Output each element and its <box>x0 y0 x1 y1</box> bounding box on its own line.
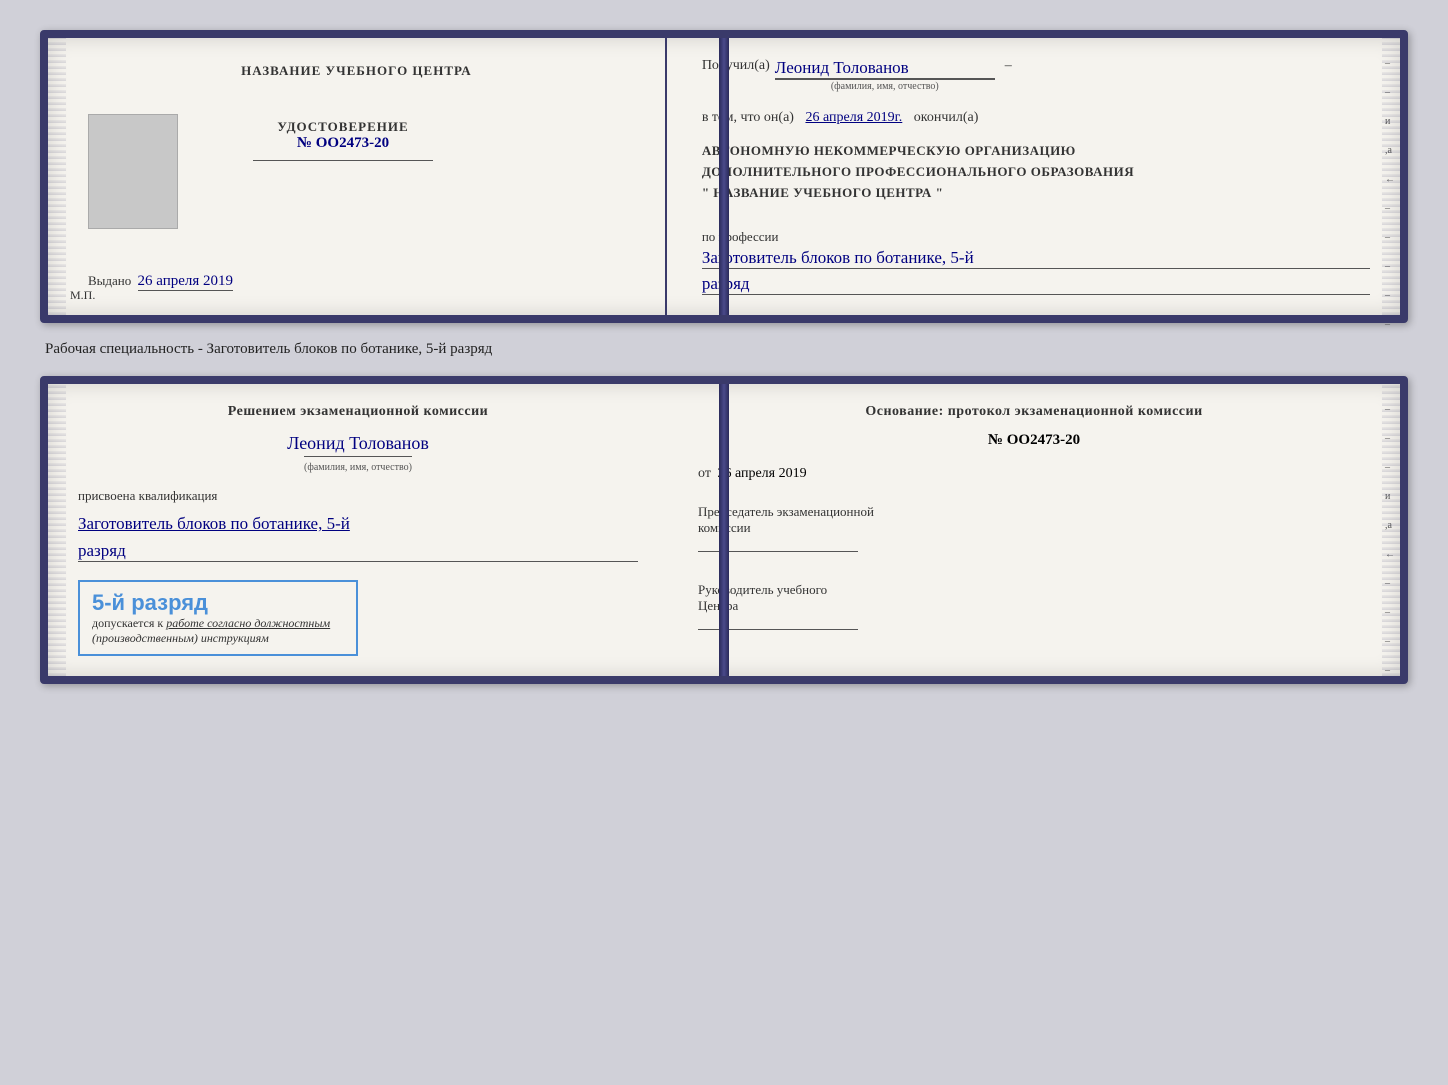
ot-date-value: 26 апреля 2019 <box>717 466 806 481</box>
vtom-date: 26 апреля 2019г. <box>805 110 902 125</box>
ot-date-section: от 26 апреля 2019 <box>698 466 1370 482</box>
b-edge-mark-1: – <box>1385 404 1395 415</box>
edge-mark-2: – <box>1385 87 1395 98</box>
udost-block: УДОСТОВЕРЕНИЕ № OO2473-20 <box>253 119 433 169</box>
top-card-right-page: Получил(a) Леонид Толованов (фамилия, им… <box>667 38 1400 315</box>
edge-mark-5: – <box>1385 232 1395 243</box>
stamp-sub1: допускается к <box>92 616 163 630</box>
edge-mark-4: – <box>1385 203 1395 214</box>
vtom-text: в том, что он(а) <box>702 110 794 125</box>
org-line3: " НАЗВАНИЕ УЧЕБНОГО ЦЕНТРА " <box>702 183 1370 204</box>
predsedatel-line2: комиссии <box>698 520 1370 536</box>
razryad-bottom: разряд <box>78 541 638 562</box>
edge-mark-7: – <box>1385 290 1395 301</box>
b-edge-mark-6: – <box>1385 607 1395 618</box>
kvalif-section: Заготовитель блоков по ботанике, 5-й раз… <box>78 512 638 562</box>
bottom-left-spine <box>48 384 66 676</box>
bottom-document-card: Решением экзаменационной комиссии Леонид… <box>40 376 1408 684</box>
edge-mark-arrow: ← <box>1385 174 1395 185</box>
bottom-right-edge-marks: – – – и ,а ← – – – – <box>1385 404 1395 676</box>
b-edge-mark-7: – <box>1385 636 1395 647</box>
top-card-left-page: НАЗВАНИЕ УЧЕБНОГО ЦЕНТРА УДОСТОВЕРЕНИЕ №… <box>48 38 667 315</box>
ot-label: от <box>698 466 711 481</box>
page-wrapper: НАЗВАНИЕ УЧЕБНОГО ЦЕНТРА УДОСТОВЕРЕНИЕ №… <box>20 20 1428 694</box>
fio-sublabel-bottom: (фамилия, имя, отчество) <box>304 462 412 473</box>
vydano-line: Выдано 26 апреля 2019 <box>88 273 635 290</box>
stamp-sub2: работе согласно должностным <box>166 616 330 630</box>
center-name-top-left: НАЗВАНИЕ УЧЕБНОГО ЦЕНТРА <box>241 63 472 79</box>
proto-number: № OO2473-20 <box>698 432 1370 449</box>
photo-placeholder <box>88 114 178 229</box>
edge-mark-а: ,а <box>1385 145 1395 156</box>
predsedatel-block: Председатель экзаменационной комиссии <box>698 504 1370 555</box>
profession-value: Заготовитель блоков по ботанике, 5-й <box>702 248 1370 269</box>
stamp-main-text: 5-й разряд <box>92 590 344 616</box>
vydano-label: Выдано <box>88 273 131 288</box>
mp-label: М.П. <box>70 288 95 303</box>
vtom-section: в том, что он(а) 26 апреля 2019г. окончи… <box>702 110 1370 126</box>
org-line2: ДОПОЛНИТЕЛЬНОГО ПРОФЕССИОНАЛЬНОГО ОБРАЗО… <box>702 162 1370 183</box>
predsedatel-line1: Председатель экзаменационной <box>698 504 1370 520</box>
right-edge-marks: – – и ,а ← – – – – – <box>1385 58 1395 330</box>
signature-line-left <box>253 160 433 161</box>
osnov-text: Основание: протокол экзаменационной коми… <box>698 404 1370 420</box>
rukovod-line1: Руководитель учебного <box>698 582 1370 598</box>
edge-mark-и: и <box>1385 116 1395 127</box>
top-document-card: НАЗВАНИЕ УЧЕБНОГО ЦЕНТРА УДОСТОВЕРЕНИЕ №… <box>40 30 1408 323</box>
resheniem-text: Решением экзаменационной комиссии <box>78 404 638 420</box>
fio-sublabel-top: (фамилия, имя, отчество) <box>775 79 995 92</box>
profession-section: по профессии Заготовитель блоков по бота… <box>702 221 1370 295</box>
b-edge-mark-2: – <box>1385 433 1395 444</box>
udost-title: УДОСТОВЕРЕНИЕ <box>253 119 433 135</box>
b-edge-mark-5: – <box>1385 578 1395 589</box>
stamp-box: 5-й разряд допускается к работе согласно… <box>78 580 358 656</box>
okonchil-text: окончил(а) <box>914 110 979 125</box>
edge-mark-6: – <box>1385 261 1395 272</box>
b-edge-mark-3: – <box>1385 462 1395 473</box>
b-edge-mark-arrow: ← <box>1385 549 1395 560</box>
rukovod-block: Руководитель учебного Центра <box>698 582 1370 633</box>
udost-number: № OO2473-20 <box>253 135 433 152</box>
edge-mark-1: – <box>1385 58 1395 69</box>
fio-container-top: Леонид Толованов (фамилия, имя, отчество… <box>775 58 995 92</box>
vydano-date: 26 апреля 2019 <box>138 273 234 291</box>
org-block: АВТОНОМНУЮ НЕКОММЕРЧЕСКУЮ ОРГАНИЗАЦИЮ ДО… <box>702 141 1370 203</box>
po-professii-label: по профессии <box>702 229 1370 245</box>
subtitle-text: Рабочая специальность - Заготовитель бло… <box>40 341 1408 358</box>
b-edge-mark-8: – <box>1385 665 1395 676</box>
poluchil-label: Получил(a) <box>702 58 770 74</box>
predsedatel-signature-line <box>698 551 858 552</box>
bottom-card-right-page: Основание: протокол экзаменационной коми… <box>663 384 1400 676</box>
bottom-card-left-page: Решением экзаменационной комиссии Леонид… <box>48 384 663 676</box>
b-edge-mark-а: ,а <box>1385 520 1395 531</box>
rukovod-signature-line <box>698 629 858 630</box>
stamp-sub3: (производственным) инструкциям <box>92 631 269 645</box>
fio-underline-bottom: (фамилия, имя, отчество) <box>304 456 412 475</box>
edge-mark-8: – <box>1385 319 1395 330</box>
rukovod-line2: Центра <box>698 598 1370 614</box>
kvalif-line1: Заготовитель блоков по ботанике, 5-й <box>78 512 638 536</box>
poluchil-section: Получил(a) Леонид Толованов (фамилия, им… <box>702 58 1370 92</box>
fio-value-top: Леонид Толованов <box>775 58 995 79</box>
org-line1: АВТОНОМНУЮ НЕКОММЕРЧЕСКУЮ ОРГАНИЗАЦИЮ <box>702 141 1370 162</box>
fio-container-bottom: Леонид Толованов (фамилия, имя, отчество… <box>78 433 638 475</box>
b-edge-mark-и: и <box>1385 491 1395 502</box>
prisvoena-text: присвоена квалификация <box>78 488 638 504</box>
dash-decoration: – <box>1005 58 1012 74</box>
razryad-value: разряд <box>702 274 1370 295</box>
fio-value-bottom: Леонид Толованов <box>287 433 429 454</box>
stamp-sub-text: допускается к работе согласно должностны… <box>92 616 344 646</box>
